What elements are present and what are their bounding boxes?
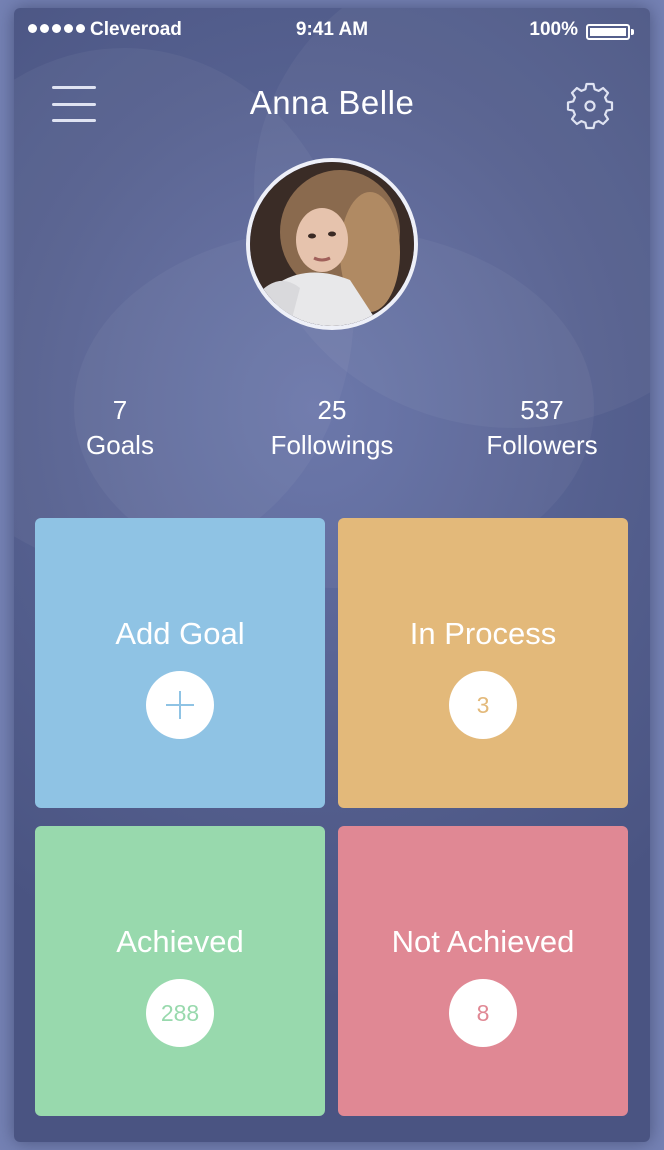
- battery-icon: [586, 24, 634, 40]
- stat-value: 25: [317, 395, 347, 425]
- tile-label: In Process: [409, 616, 557, 651]
- not-achieved-tile[interactable]: Not Achieved 8: [338, 826, 628, 1116]
- stat-label: Followers: [486, 430, 598, 460]
- stat-goals[interactable]: 7 Goals: [20, 393, 220, 463]
- add-goal-button[interactable]: [146, 671, 214, 739]
- stat-label: Goals: [86, 430, 154, 460]
- stat-value: 7: [112, 395, 128, 425]
- tile-label: Achieved: [116, 924, 244, 959]
- in-process-tile[interactable]: In Process 3: [338, 518, 628, 808]
- achieved-tile[interactable]: Achieved 288: [35, 826, 325, 1116]
- stat-followings[interactable]: 25 Followings: [232, 393, 432, 463]
- avatar[interactable]: [246, 158, 418, 330]
- profile-stats: 7 Goals 25 Followings 537 Followers: [14, 393, 650, 473]
- stat-followers[interactable]: 537 Followers: [442, 393, 642, 463]
- gear-icon[interactable]: [564, 78, 616, 130]
- count-badge: 288: [146, 979, 214, 1047]
- tile-label: Add Goal: [115, 616, 245, 651]
- stat-value: 537: [520, 395, 564, 425]
- status-bar: Cleveroad 9:41 AM 100%: [14, 8, 650, 54]
- battery-percentage: 100%: [529, 19, 578, 40]
- add-goal-tile[interactable]: Add Goal: [35, 518, 325, 808]
- header: Anna Belle: [14, 68, 650, 138]
- device-frame: Cleveroad 9:41 AM 100% Anna Belle 7 Goal…: [0, 0, 664, 1150]
- tile-label: Not Achieved: [391, 924, 575, 959]
- count-badge: 8: [449, 979, 517, 1047]
- page-title: Anna Belle: [249, 84, 415, 121]
- profile-screen: Cleveroad 9:41 AM 100% Anna Belle 7 Goal…: [14, 8, 650, 1142]
- count-badge: 3: [449, 671, 517, 739]
- stat-label: Followings: [270, 430, 394, 460]
